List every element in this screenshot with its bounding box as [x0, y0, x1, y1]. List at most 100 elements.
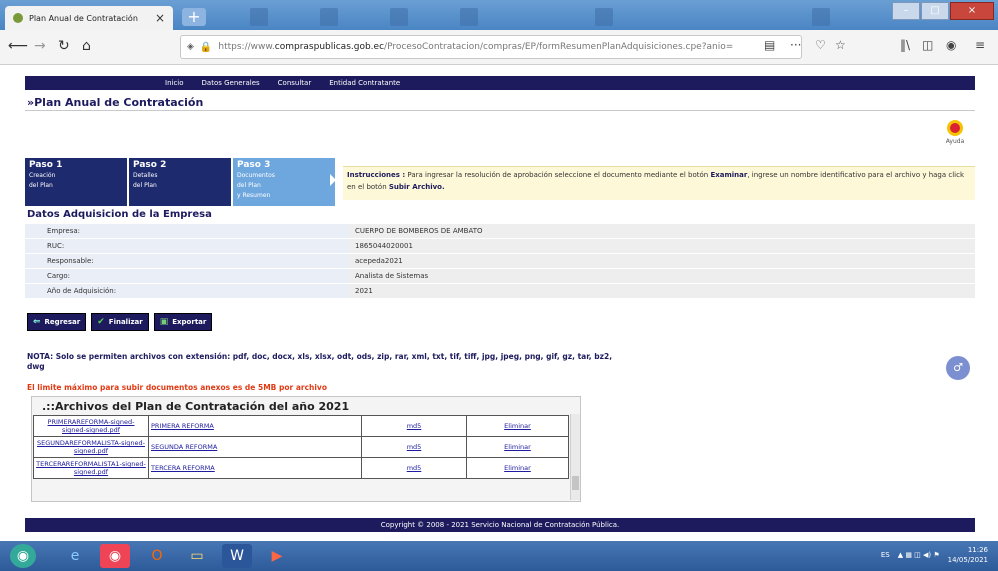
internet-explorer-icon[interactable]: e [60, 544, 90, 568]
step-number: Paso 2 [133, 160, 167, 170]
export-label: Exportar [172, 318, 207, 326]
tab-close-icon[interactable]: × [155, 11, 165, 25]
scrollbar-thumb[interactable] [572, 476, 579, 490]
back-icon: ⇐ [33, 317, 41, 327]
library-icon[interactable]: ‖\ [900, 38, 910, 52]
table-row: PRIMERAREFORMA-signed-signed-signed.pdf … [33, 415, 569, 437]
info-row: RUC: 1865044020001 [25, 238, 975, 254]
step-3[interactable]: Paso 3 Documentos del Plan y Resumen [233, 158, 336, 206]
step-description: Detalles del Plan [133, 172, 158, 189]
back-arrow-icon[interactable]: ⟵ [8, 38, 28, 54]
tray-icons[interactable]: ▲ ▦ ◫ ◀) ⚑ [898, 551, 940, 559]
instructions-text: Para ingresar la resolución de aprobació… [405, 171, 711, 179]
wizard-steps: Paso 1 Creación del Plan Paso 2 Detalles… [25, 158, 337, 206]
company-info-table: Empresa: CUERPO DE BOMBEROS DE AMBATO RUC… [25, 224, 975, 299]
info-label: Año de Adquisición: [25, 283, 349, 299]
background-window-icon [595, 8, 613, 26]
page-actions-icon[interactable]: ··· [790, 38, 801, 52]
document-name-link[interactable]: PRIMERA REFORMA [151, 422, 214, 430]
files-table: PRIMERAREFORMA-signed-signed-signed.pdf … [33, 415, 569, 479]
info-row: Responsable: acepeda2021 [25, 253, 975, 269]
help-label: Ayuda [945, 138, 965, 145]
page-title: »Plan Anual de Contratación [27, 96, 204, 109]
home-icon[interactable]: ⌂ [82, 38, 91, 54]
word-icon[interactable]: W [222, 544, 252, 568]
md5-link[interactable]: md5 [407, 422, 422, 430]
site-menu: Inicio Datos Generales Consultar Entidad… [25, 76, 975, 90]
floating-accessibility-button[interactable]: ♂ [946, 356, 970, 380]
new-tab-button[interactable]: + [182, 8, 206, 26]
delete-cell: Eliminar [466, 436, 569, 458]
pocket-icon[interactable]: ♡ [815, 38, 826, 52]
menu-icon[interactable]: ≡ [975, 38, 985, 52]
start-button-icon[interactable]: ◉ [10, 544, 36, 568]
browser-titlebar: Plan Anual de Contratación × + – □ × [0, 0, 998, 30]
reload-icon[interactable]: ↻ [58, 38, 70, 54]
export-button[interactable]: ▣ Exportar [153, 313, 213, 331]
info-row: Año de Adquisición: 2021 [25, 283, 975, 299]
site-favicon-icon [13, 13, 23, 23]
menu-item-datos-generales[interactable]: Datos Generales [202, 79, 260, 87]
reader-view-icon[interactable]: ▤ [764, 38, 775, 52]
step-2[interactable]: Paso 2 Detalles del Plan [129, 158, 231, 206]
forward-arrow-icon[interactable]: → [34, 38, 46, 54]
delete-link[interactable]: Eliminar [504, 443, 531, 451]
clock-date: 14/05/2021 [947, 556, 988, 564]
lock-icon: 🔒 [199, 41, 213, 53]
md5-link[interactable]: md5 [407, 464, 422, 472]
info-label: Responsable: [25, 253, 349, 269]
info-label: RUC: [25, 238, 349, 254]
info-value: Analista de Sistemas [349, 268, 975, 284]
minimize-button[interactable]: – [892, 2, 920, 20]
system-tray: ES ▲ ▦ ◫ ◀) ⚑ 11:26 14/05/2021 [881, 545, 988, 565]
background-window-icon [390, 8, 408, 26]
help-button[interactable]: Ayuda [940, 120, 970, 145]
maximize-button[interactable]: □ [921, 2, 949, 20]
info-label: Cargo: [25, 268, 349, 284]
browser-tab[interactable]: Plan Anual de Contratación × [5, 6, 173, 30]
checkmark-icon: ✔ [97, 317, 105, 327]
files-panel: .::Archivos del Plan de Contratación del… [31, 396, 581, 502]
url-path: /ProcesoContratacion/compras/EP/formResu… [384, 42, 734, 52]
files-scrollbar[interactable] [570, 414, 580, 500]
clock[interactable]: 11:26 14/05/2021 [948, 545, 988, 565]
step-number: Paso 3 [237, 160, 271, 170]
file-link[interactable]: TERCERAREFORMALISTA1-signed-signed.pdf [36, 460, 146, 476]
background-window-icon [812, 8, 830, 26]
section-title: Datos Adquisicion de la Empresa [27, 209, 212, 220]
instructions-examinar: Examinar [710, 171, 748, 179]
account-icon[interactable]: ◉ [946, 38, 956, 52]
delete-link[interactable]: Eliminar [504, 464, 531, 472]
finish-button[interactable]: ✔ Finalizar [91, 313, 149, 331]
md5-link[interactable]: md5 [407, 443, 422, 451]
file-link[interactable]: SEGUNDAREFORMALISTA-signed-signed.pdf [37, 439, 145, 455]
url-prefix: https://www. [218, 42, 275, 52]
step-number: Paso 1 [29, 160, 63, 170]
document-name-link[interactable]: TERCERA REFORMA [151, 464, 215, 472]
bookmark-star-icon[interactable]: ☆ [835, 38, 846, 52]
menu-item-consultar[interactable]: Consultar [278, 79, 312, 87]
step-1[interactable]: Paso 1 Creación del Plan [25, 158, 127, 206]
back-button[interactable]: ⇐ Regresar [27, 313, 87, 331]
menu-item-entidad-contratante[interactable]: Entidad Contratante [329, 79, 400, 87]
export-icon: ▣ [159, 317, 169, 327]
url-bar[interactable]: ◈ 🔒 https://www. compraspublicas.gob.ec/P… [180, 35, 802, 59]
document-name-link[interactable]: SEGUNDA REFORMA [151, 443, 217, 451]
info-value: acepeda2021 [349, 253, 975, 269]
media-player-icon[interactable]: ▶ [262, 544, 292, 568]
md5-cell: md5 [361, 415, 467, 437]
close-window-button[interactable]: × [950, 2, 994, 20]
sidebar-icon[interactable]: ◫ [922, 38, 933, 52]
language-indicator[interactable]: ES [881, 551, 890, 559]
name-cell: TERCERA REFORMA [148, 457, 362, 479]
file-explorer-icon[interactable]: ▭ [182, 544, 212, 568]
table-row: SEGUNDAREFORMALISTA-signed-signed.pdf SE… [33, 436, 569, 458]
delete-link[interactable]: Eliminar [504, 422, 531, 430]
instructions-label: Instrucciones : [347, 171, 406, 179]
file-link[interactable]: PRIMERAREFORMA-signed-signed-signed.pdf [48, 418, 135, 434]
name-cell: PRIMERA REFORMA [148, 415, 362, 437]
firefox-icon[interactable]: ◉ [100, 544, 130, 568]
menu-item-inicio[interactable]: Inicio [165, 79, 184, 87]
opera-icon[interactable]: O [142, 544, 172, 568]
windows-taskbar: ◉ e ◉ O ▭ W ▶ ES ▲ ▦ ◫ ◀) ⚑ 11:26 14/05/… [0, 541, 998, 571]
